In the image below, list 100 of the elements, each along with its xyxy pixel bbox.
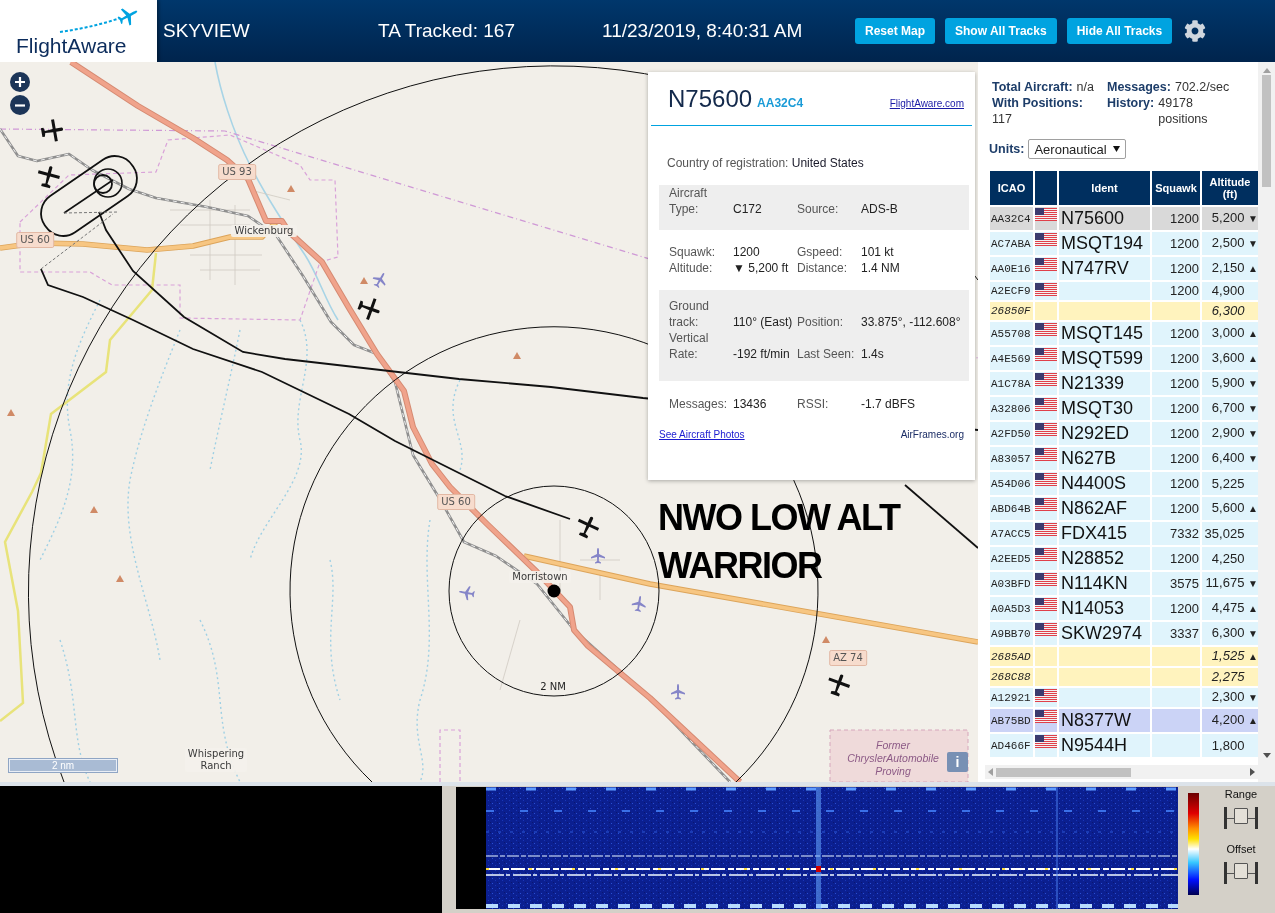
column-header[interactable]: Ident [1059, 171, 1150, 205]
photos-link[interactable]: See Aircraft Photos [659, 428, 745, 442]
settings-icon[interactable] [1184, 20, 1207, 42]
aircraft-row[interactable]: A54D06 N4400S 1200 5,225 [990, 472, 1258, 495]
airplane-icon[interactable] [40, 119, 64, 142]
squawk-cell-text: 1200 [1169, 234, 1200, 253]
scroll-right-icon[interactable] [1250, 768, 1255, 776]
altitude-cell-text: 6,300 [1210, 302, 1246, 320]
airplane-icon[interactable] [37, 166, 60, 189]
aircraft-row[interactable]: A4E569 MSQT599 1200 3,600 ▲ [990, 347, 1258, 370]
altitude-cell-text: 3,600 ▲ [1210, 349, 1258, 367]
field-label: Messages: [669, 396, 729, 412]
stat-value: n/a [1076, 79, 1095, 95]
altitude-cell-text: 35,025 [1203, 524, 1246, 543]
altitude-cell-text: 3,000 ▲ [1210, 324, 1258, 342]
icao-cell-text: A32806 [990, 401, 1032, 417]
field-label: Aircraft Type: [669, 185, 708, 217]
jet-icon[interactable] [372, 273, 386, 288]
aircraft-ident: N75600 [668, 84, 753, 114]
altitude-cell-text: 2,900 ▼ [1210, 424, 1258, 442]
aircraft-row[interactable]: 2685AD 1,525 ▲ [990, 647, 1258, 666]
horizontal-scrollbar[interactable] [985, 765, 1258, 779]
aircraft-row[interactable]: A0A5D3 N14053 1200 4,475 ▲ [990, 597, 1258, 620]
peak-icon [287, 185, 295, 192]
ident-cell-text: FDX415 [1060, 522, 1129, 545]
ident-cell-text: SKW2974 [1060, 622, 1144, 645]
site-link[interactable]: FlightAware.com [889, 98, 964, 109]
airplane-icon[interactable] [357, 298, 380, 321]
app-title: SKYVIEW [163, 19, 251, 43]
slider-thumb[interactable] [1234, 863, 1248, 879]
aircraft-row[interactable]: A1C78A N21339 1200 5,900 ▼ [990, 372, 1258, 395]
aircraft-row[interactable]: A12921 2,300 ▼ [990, 688, 1258, 707]
aircraft-row[interactable]: 26850F 6,300 [990, 302, 1258, 320]
scroll-down-icon[interactable] [1262, 753, 1271, 758]
units-select[interactable]: Aeronautical [1028, 139, 1126, 159]
ident-cell-text: N8377W [1060, 709, 1133, 732]
aircraft-row[interactable]: A9BB70 SKW2974 3337 6,300 ▼ [990, 622, 1258, 645]
slider-thumb[interactable] [1234, 808, 1248, 824]
altitude-cell-text: 4,200 ▲ [1210, 711, 1258, 729]
column-header[interactable]: ICAO [990, 171, 1033, 205]
airplane-icon[interactable] [828, 674, 851, 697]
icao-cell-text: A03BFD [990, 576, 1032, 592]
aircraft-row[interactable]: ABD64B N862AF 1200 5,600 ▲ [990, 497, 1258, 520]
aircraft-row[interactable]: AA0E16 N747RV 1200 2,150 ▲ [990, 257, 1258, 280]
aircraft-row[interactable]: A83057 N627B 1200 6,400 ▼ [990, 447, 1258, 470]
aircraft-row[interactable]: A55708 MSQT145 1200 3,000 ▲ [990, 322, 1258, 345]
aircraft-row[interactable]: 268C88 2,275 [990, 668, 1258, 686]
ident-cell-text: MSQT194 [1060, 232, 1145, 255]
aircraft-row[interactable]: A7ACC5 FDX415 7332 35,025 [990, 522, 1258, 545]
stat-value: 117 [992, 111, 1013, 127]
date-time: 11/23/2019, 8:40:31 AM [602, 19, 804, 43]
road-shield: US 60 [437, 494, 475, 510]
aircraft-row[interactable]: A2FD50 N292ED 1200 2,900 ▼ [990, 422, 1258, 445]
logo-text: FlightAware [16, 34, 128, 58]
peak-icon [116, 575, 124, 582]
vertical-scrollbar[interactable] [1258, 62, 1275, 782]
squawk-cell-text: 1200 [1169, 282, 1200, 300]
squawk-cell-text: 1200 [1169, 209, 1200, 228]
altitude-cell-text: 4,250 [1210, 549, 1246, 568]
scrollbar-thumb[interactable] [1262, 75, 1271, 187]
aircraft-row[interactable]: AA32C4 N75600 1200 5,200 ▼ [990, 207, 1258, 230]
jet-icon[interactable] [459, 586, 475, 601]
jet-icon[interactable] [591, 548, 605, 564]
field-label: Last Seen: [797, 346, 856, 362]
squawk-cell-text: 1200 [1169, 549, 1200, 568]
altitude-cell-text: 4,900 [1210, 282, 1246, 300]
airframes-link[interactable]: AirFrames.org [900, 428, 964, 442]
aircraft-row[interactable]: A2ECF9 1200 4,900 [990, 282, 1258, 300]
scrollbar-thumb[interactable] [996, 767, 1131, 777]
jet-icon[interactable] [671, 684, 685, 700]
aircraft-row[interactable]: A03BFD N114KN 3575 11,675 ▼ [990, 572, 1258, 595]
squawk-cell-text: 3575 [1169, 574, 1200, 593]
place-label: Whispering Ranch [185, 748, 247, 772]
icao-cell-text: A4E569 [990, 351, 1032, 367]
column-header[interactable]: Squawk [1152, 171, 1200, 205]
peak-icon [90, 506, 98, 513]
road-shield: US 60 [16, 232, 54, 248]
ident-cell-text: N4400S [1060, 472, 1128, 495]
field-label: Squawk: [669, 244, 717, 260]
airplane-icon[interactable] [577, 516, 600, 539]
aircraft-row[interactable]: A32806 MSQT30 1200 6,700 ▼ [990, 397, 1258, 420]
field-label: Vertical Rate: [669, 330, 710, 362]
aircraft-row[interactable]: A2EED5 N28852 1200 4,250 [990, 547, 1258, 570]
aircraft-row[interactable]: AB75BD N8377W 4,200 ▲ [990, 709, 1258, 732]
aircraft-row[interactable]: AD466F N9544H 1,800 [990, 734, 1258, 757]
ident-cell-text: MSQT599 [1060, 347, 1145, 370]
icao-cell-text: AB75BD [990, 713, 1032, 729]
column-header[interactable]: Altitude (ft) [1202, 171, 1258, 205]
altitude-cell-text: 5,200 ▼ [1210, 209, 1258, 227]
icao-cell-text: 26850F [990, 304, 1032, 319]
field-label: Gspeed: [797, 244, 844, 260]
field-label: Source: [797, 201, 840, 217]
jet-icon[interactable] [631, 596, 646, 612]
ident-cell-text: N21339 [1060, 372, 1126, 395]
aircraft-row[interactable]: AC7ABA MSQT194 1200 2,500 ▼ [990, 232, 1258, 255]
peak-icon [7, 409, 15, 416]
altitude-cell-text: 1,525 ▲ [1210, 647, 1258, 665]
slider-track[interactable] [1224, 807, 1258, 829]
field-value: -1.7 dBFS [861, 396, 917, 412]
slider-track[interactable] [1224, 862, 1258, 884]
